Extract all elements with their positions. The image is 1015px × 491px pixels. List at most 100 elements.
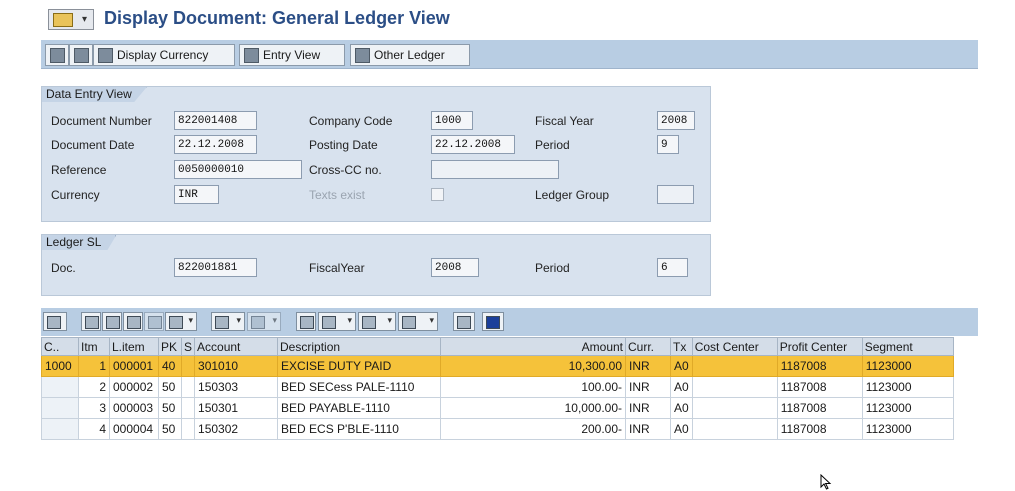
chevron-down-icon: ▾: [81, 14, 87, 25]
account-cell[interactable]: 150303: [194, 376, 279, 398]
column-header[interactable]: Segment: [861, 337, 954, 356]
display-currency-button[interactable]: Display Currency: [93, 44, 235, 66]
column-header[interactable]: L.item: [109, 337, 159, 356]
period-label: Period: [535, 138, 570, 152]
cross-cc-field[interactable]: [431, 160, 559, 179]
export-icon: [362, 316, 376, 329]
ledger-icon: [355, 47, 370, 63]
item-cell: 2: [78, 376, 110, 398]
column-header[interactable]: Profit Center: [776, 337, 863, 356]
column-header[interactable]: C..: [41, 337, 79, 356]
find-button[interactable]: [123, 312, 143, 331]
document-number-field[interactable]: 822001408: [174, 111, 257, 130]
system-menu-button[interactable]: ▾: [48, 9, 94, 30]
line-items-table: C.. Itm L.item PK S Account Description …: [41, 337, 954, 440]
entry-view-button[interactable]: Entry View: [239, 44, 345, 66]
group-title: Ledger SL: [42, 235, 117, 250]
other-ledger-button[interactable]: Other Ledger: [350, 44, 470, 66]
ledger-period-label: Period: [535, 261, 570, 275]
column-header[interactable]: S: [180, 337, 196, 356]
sort-ascending-button[interactable]: [81, 312, 101, 331]
filter-button[interactable]: [102, 312, 122, 331]
ledger-period-field[interactable]: 6: [657, 258, 688, 277]
print-preview-button[interactable]: [296, 312, 316, 331]
account-cell[interactable]: 150301: [194, 397, 279, 419]
chevron-down-icon: ▾: [387, 315, 392, 325]
column-header[interactable]: Curr.: [625, 337, 672, 356]
print-button[interactable]: [69, 44, 93, 66]
columns-icon: [457, 316, 471, 329]
profit-center-cell: 1187008: [776, 418, 863, 440]
texts-exist-label: Texts exist: [309, 188, 366, 202]
export-button[interactable]: ▾: [358, 312, 396, 331]
set-filter-icon: [169, 316, 183, 329]
set-filter-button[interactable]: ▾: [165, 312, 197, 331]
currency-cell: INR: [625, 418, 672, 440]
chevron-down-icon: ▾: [188, 315, 193, 325]
description-cell: EXCISE DUTY PAID: [277, 355, 442, 377]
document-icon: [49, 47, 65, 63]
ledger-group-field[interactable]: [657, 185, 694, 204]
total-button[interactable]: ▾: [211, 312, 245, 331]
printer-icon: [73, 47, 89, 63]
table-row[interactable]: 2 000002 50 150303 BED SECess PALE-1110 …: [41, 376, 954, 398]
ledger-item-cell: 000002: [109, 376, 159, 398]
currency-cell: INR: [625, 355, 672, 377]
application-toolbar: Display Currency Entry View Other Ledger: [41, 40, 978, 69]
profit-center-cell: 1187008: [776, 355, 863, 377]
posting-date-field[interactable]: 22.12.2008: [431, 135, 515, 154]
column-header[interactable]: Tx: [670, 337, 693, 356]
account-cell[interactable]: 301010: [194, 355, 279, 377]
ledger-sl-group: Ledger SL Doc. 822001881 FiscalYear 2008…: [41, 234, 711, 296]
choose-columns-button[interactable]: [453, 312, 475, 331]
amount-cell: 200.00-: [440, 418, 627, 440]
layout-button[interactable]: ▾: [398, 312, 438, 331]
item-cell: 3: [78, 397, 110, 419]
posting-key-cell: 50: [158, 418, 182, 440]
details-button[interactable]: [43, 312, 67, 331]
s-cell: [180, 397, 196, 419]
document-icon: [300, 316, 314, 329]
ledger-doc-field[interactable]: 822001881: [174, 258, 257, 277]
views-button[interactable]: ▾: [318, 312, 356, 331]
column-header[interactable]: PK: [158, 337, 182, 356]
currency-field[interactable]: INR: [174, 185, 219, 204]
column-header[interactable]: Itm: [78, 337, 110, 356]
amount-cell: 10,000.00-: [440, 397, 627, 419]
document-number-label: Document Number: [51, 114, 152, 128]
display-document-button[interactable]: [45, 44, 69, 66]
company-code-field[interactable]: 1000: [431, 111, 473, 130]
description-cell: BED PAYABLE-1110: [277, 397, 442, 419]
column-header[interactable]: Amount: [440, 337, 627, 356]
profit-center-cell: 1187008: [776, 376, 863, 398]
cost-center-cell: [691, 418, 778, 440]
ledger-fiscal-year-field[interactable]: 2008: [431, 258, 479, 277]
tax-code-cell: A0: [670, 355, 693, 377]
find-next-button[interactable]: [144, 312, 164, 331]
document-date-field[interactable]: 22.12.2008: [174, 135, 257, 154]
fiscal-year-field[interactable]: 2008: [657, 111, 695, 130]
filter-icon: [106, 316, 120, 329]
subtotal-button[interactable]: ▾: [247, 312, 281, 331]
reference-field[interactable]: 0050000010: [174, 160, 302, 179]
segment-cell: 1123000: [861, 397, 954, 419]
company-code-cell: 1000: [41, 355, 79, 377]
period-field[interactable]: 9: [657, 135, 679, 154]
account-cell[interactable]: 150302: [194, 418, 279, 440]
company-code-cell: [41, 376, 79, 398]
table-row[interactable]: 1000 1 000001 40 301010 EXCISE DUTY PAID…: [41, 355, 954, 377]
column-header[interactable]: Description: [277, 337, 442, 356]
information-button[interactable]: [482, 312, 504, 331]
page-title: Display Document: General Ledger View: [104, 8, 450, 28]
ledger-item-cell: 000003: [109, 397, 159, 419]
posting-key-cell: 50: [158, 376, 182, 398]
texts-exist-checkbox[interactable]: [431, 188, 444, 201]
table-row[interactable]: 4 000004 50 150302 BED ECS P'BLE-1110 20…: [41, 418, 954, 440]
column-header[interactable]: Cost Center: [691, 337, 778, 356]
table-row[interactable]: 3 000003 50 150301 BED PAYABLE-1110 10,0…: [41, 397, 954, 419]
posting-key-cell: 50: [158, 397, 182, 419]
fiscal-year-label: Fiscal Year: [535, 114, 594, 128]
table-toolbar: ▾ ▾ ▾ ▾ ▾ ▾: [41, 308, 978, 336]
segment-cell: 1123000: [861, 418, 954, 440]
column-header[interactable]: Account: [194, 337, 279, 356]
